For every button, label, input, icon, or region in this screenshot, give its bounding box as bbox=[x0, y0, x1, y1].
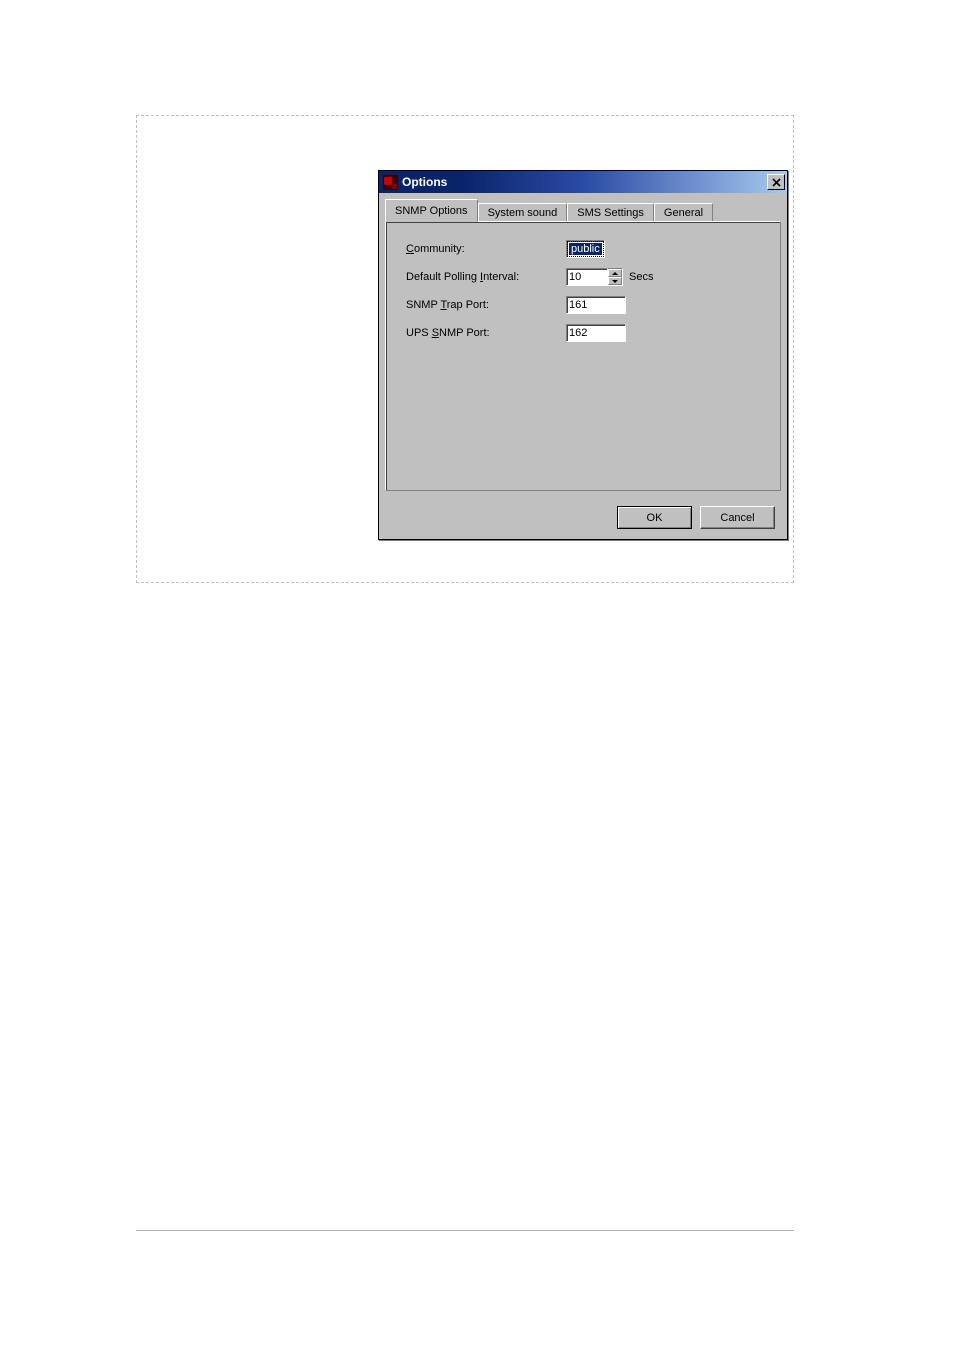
app-icon bbox=[383, 175, 398, 190]
tab-label: SNMP Options bbox=[395, 205, 468, 217]
community-input[interactable]: public bbox=[566, 240, 605, 258]
cancel-button[interactable]: Cancel bbox=[700, 506, 775, 529]
community-value: public bbox=[569, 243, 602, 255]
ups-port-input[interactable] bbox=[566, 324, 626, 342]
tab-snmp-options[interactable]: SNMP Options bbox=[385, 199, 478, 222]
tab-general[interactable]: General bbox=[654, 203, 713, 222]
tab-system-sound[interactable]: System sound bbox=[478, 203, 568, 222]
polling-input[interactable] bbox=[566, 268, 608, 286]
options-dialog: Options SNMP Options System sound SMS Se… bbox=[378, 170, 788, 540]
trap-port-input[interactable] bbox=[566, 296, 626, 314]
button-bar: OK Cancel bbox=[617, 506, 775, 529]
polling-unit: Secs bbox=[629, 271, 653, 283]
titlebar[interactable]: Options bbox=[379, 171, 787, 193]
footer-line bbox=[136, 1230, 794, 1231]
row-trap-port: SNMP Trap Port: bbox=[406, 296, 760, 314]
polling-label: Default Polling Interval: bbox=[406, 271, 566, 283]
tab-label: General bbox=[664, 207, 703, 219]
close-button[interactable] bbox=[767, 174, 785, 190]
spinner-up[interactable] bbox=[608, 269, 622, 277]
ups-port-label: UPS SNMP Port: bbox=[406, 327, 566, 339]
row-polling-interval: Default Polling Interval: Secs bbox=[406, 268, 760, 286]
tab-panel-snmp: Community: public Default Polling Interv… bbox=[385, 221, 781, 491]
dialog-title: Options bbox=[402, 175, 767, 189]
tab-label: SMS Settings bbox=[577, 207, 644, 219]
spinner-buttons bbox=[608, 268, 623, 286]
tab-label: System sound bbox=[488, 207, 558, 219]
chevron-up-icon bbox=[612, 272, 618, 275]
close-icon bbox=[772, 178, 781, 187]
chevron-down-icon bbox=[612, 280, 618, 283]
spinner-down[interactable] bbox=[608, 277, 622, 285]
row-ups-port: UPS SNMP Port: bbox=[406, 324, 760, 342]
polling-spinner bbox=[566, 268, 623, 286]
tab-strip: SNMP Options System sound SMS Settings G… bbox=[379, 193, 787, 221]
community-label: Community: bbox=[406, 243, 566, 255]
tab-list: SNMP Options System sound SMS Settings G… bbox=[385, 199, 781, 221]
row-community: Community: public bbox=[406, 240, 760, 258]
trap-port-label: SNMP Trap Port: bbox=[406, 299, 566, 311]
ok-button[interactable]: OK bbox=[617, 506, 692, 529]
tab-sms-settings[interactable]: SMS Settings bbox=[567, 203, 654, 222]
